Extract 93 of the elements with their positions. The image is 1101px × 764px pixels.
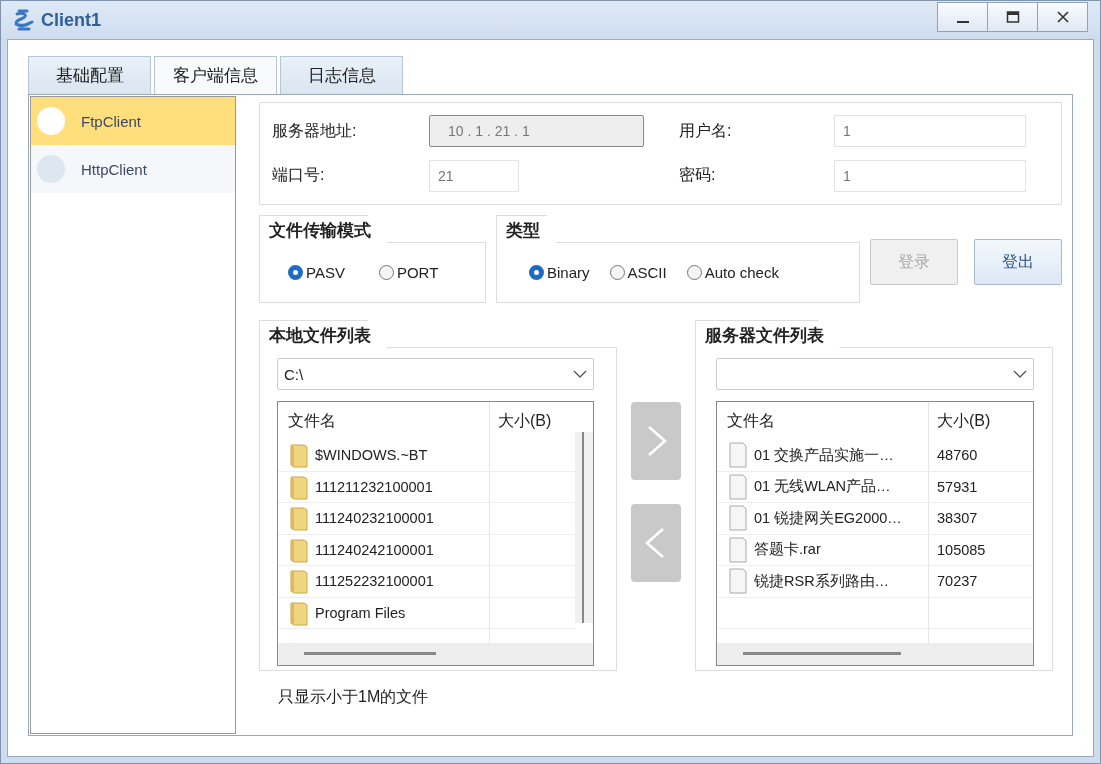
radio-button[interactable]	[609, 265, 625, 280]
file-size: 38307	[937, 510, 978, 527]
sidebar-item-label: FtpClient	[81, 112, 142, 130]
file-name: 111252232100001	[315, 573, 434, 590]
column-header: 文件名	[717, 402, 929, 440]
file-icon	[727, 567, 749, 596]
folder-icon	[288, 441, 310, 470]
port-field[interactable]: 21	[429, 159, 519, 192]
group-title: 文件传输模式	[259, 215, 387, 243]
file-row[interactable]: 111240232100001	[278, 503, 575, 535]
file-row[interactable]: 111252232100001	[278, 566, 575, 598]
field-label: 服务器地址:	[272, 120, 358, 141]
password-field[interactable]: 1	[834, 159, 1026, 192]
file-size: 70237	[937, 573, 978, 590]
group-title: 服务器文件列表	[695, 320, 840, 348]
sidebar-item-label: HttpClient	[81, 160, 147, 178]
file-icon	[727, 504, 749, 533]
radio-option[interactable]: PORT	[378, 264, 439, 281]
file-name: Program Files	[315, 604, 406, 621]
circle-icon	[37, 107, 65, 135]
file-icon	[727, 472, 749, 501]
radio-label: PASV	[306, 264, 345, 281]
file-name: 01 锐捷网关EG2000…	[754, 508, 902, 528]
file-row[interactable]: 111240242100001	[278, 534, 575, 566]
username-field[interactable]: 1	[834, 115, 1026, 148]
file-name: 锐捷RSR系列路由…	[754, 571, 890, 591]
file-size-note: 只显示小于1M的文件	[277, 687, 430, 707]
file-size: 57931	[937, 478, 978, 495]
radio-option[interactable]: Auto check	[686, 264, 779, 281]
file-row[interactable]: 锐捷RSR系列路由… 70237	[717, 566, 1033, 598]
file-name: 答题卡.rar	[754, 540, 821, 560]
file-row[interactable]: 01 交换产品实施一… 48760	[717, 440, 1033, 472]
path-dropdown[interactable]: C:\	[277, 358, 594, 390]
radio-button[interactable]	[529, 265, 544, 280]
tab[interactable]: 基础配置	[28, 56, 151, 94]
column-header: 大小(B)	[936, 410, 992, 431]
radio-button[interactable]	[378, 265, 394, 280]
radio-button[interactable]	[686, 265, 702, 280]
path-dropdown[interactable]	[716, 358, 1034, 390]
radio-label: ASCII	[627, 264, 667, 281]
file-size: 48760	[937, 447, 978, 464]
field-label: 用户名:	[679, 120, 733, 141]
file-name: 111240242100001	[315, 541, 434, 558]
file-icon	[727, 535, 749, 564]
maximize-button[interactable]	[987, 2, 1038, 32]
column-header: 大小(B)	[497, 410, 553, 431]
vertical-scrollbar[interactable]	[575, 432, 593, 623]
maximize-icon	[1005, 10, 1020, 24]
ip-address-field[interactable]: 10 . 1 . 21 . 1	[429, 115, 644, 148]
minimize-icon	[956, 21, 969, 23]
file-name: 111211232100001	[315, 478, 433, 495]
file-row[interactable]: $WINDOWS.~BT	[278, 440, 575, 472]
action-button[interactable]: 登出	[974, 239, 1062, 285]
group-title: 本地文件列表	[259, 320, 387, 348]
file-row[interactable]: 01 无线WLAN产品… 57931	[717, 471, 1033, 503]
file-name: $WINDOWS.~BT	[315, 447, 428, 464]
radio-option[interactable]: Binary	[529, 264, 590, 281]
file-icon	[727, 441, 749, 470]
caret-icon	[573, 369, 587, 379]
path-text: C:\	[284, 365, 304, 383]
horizontal-scrollbar[interactable]	[717, 643, 1033, 665]
radio-label: PORT	[396, 264, 439, 281]
file-row[interactable]: 01 锐捷网关EG2000… 38307	[717, 503, 1033, 535]
file-row[interactable]: 答题卡.rar 105085	[717, 534, 1033, 566]
file-name: 111240232100001	[315, 510, 434, 527]
network-cable-icon	[13, 8, 35, 32]
file-row[interactable]: 111211232100001	[278, 471, 575, 503]
folder-icon	[288, 504, 310, 533]
close-icon	[1055, 10, 1070, 24]
radio-label: Auto check	[704, 264, 779, 281]
sidebar-item[interactable]: FtpClient	[31, 97, 235, 145]
file-list[interactable]: 文件名 大小(B) 01 交换产品实施一… 48760 01 无线WLAN产品… 57931 01 锐捷网关EG2000… 38307 答题卡.rar 105085 锐捷RSR系列路由… 70237	[716, 401, 1034, 666]
close-button[interactable]	[1037, 2, 1088, 32]
group-title: 类型	[496, 215, 556, 243]
tab[interactable]: 客户端信息	[154, 56, 277, 94]
file-list[interactable]: 文件名 大小(B) $WINDOWS.~BT 111211232100001 111240232100001 111240242100001 111252232100001 Program Files	[277, 401, 594, 666]
radio-label: Binary	[547, 264, 590, 281]
radio-option[interactable]: ASCII	[609, 264, 667, 281]
field-label: 端口号:	[272, 165, 326, 186]
caret-icon	[1013, 369, 1027, 379]
radio-option[interactable]: PASV	[288, 264, 345, 281]
file-name: 01 无线WLAN产品…	[754, 477, 891, 497]
file-name: 01 交换产品实施一…	[754, 445, 894, 465]
folder-icon	[288, 567, 310, 596]
field-label: 密码:	[679, 165, 717, 186]
file-size: 105085	[937, 541, 986, 558]
tab[interactable]: 日志信息	[280, 56, 403, 94]
sidebar-item[interactable]: HttpClient	[31, 145, 235, 193]
radio-button[interactable]	[288, 265, 303, 280]
column-header: 文件名	[278, 402, 490, 440]
horizontal-scrollbar[interactable]	[278, 643, 593, 665]
window-title: Client1	[41, 9, 101, 31]
file-row[interactable]: Program Files	[278, 597, 575, 629]
